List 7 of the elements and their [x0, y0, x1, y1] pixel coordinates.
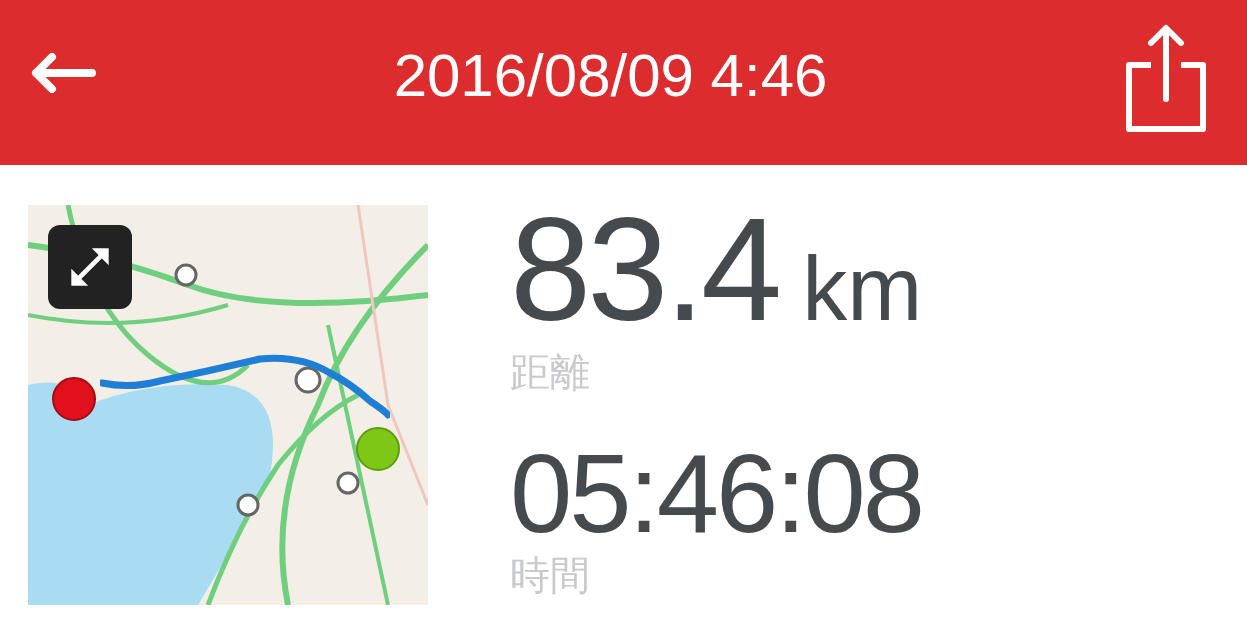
stat-value: 05:46:08	[510, 444, 922, 544]
stat-unit: km	[802, 238, 923, 341]
expand-button[interactable]	[48, 225, 132, 309]
back-arrow-icon[interactable]	[30, 52, 96, 93]
stat-value: 83.4	[510, 205, 779, 335]
header-title: 2016/08/09 4:46	[393, 41, 828, 110]
share-icon[interactable]	[1125, 22, 1207, 133]
